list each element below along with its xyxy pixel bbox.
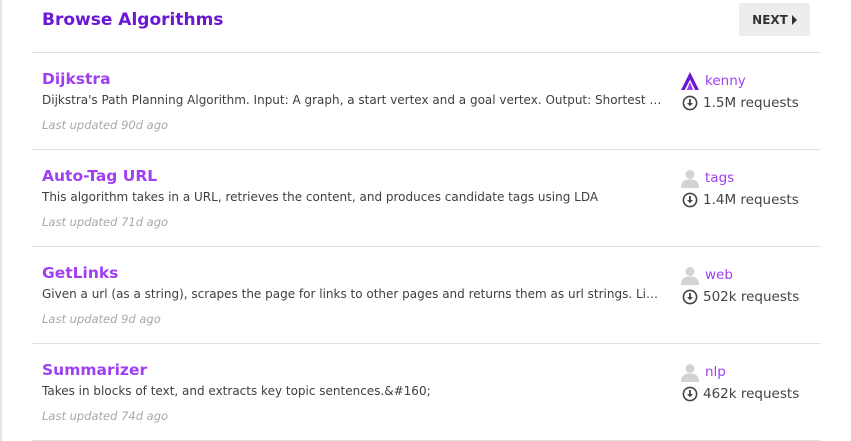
user-avatar-icon [680,168,700,188]
owner-name: web [705,267,733,283]
algorithm-browser: Browse Algorithms NEXT Dijkstra Dijkstra… [32,0,821,441]
caret-right-icon [791,14,797,25]
algorithm-list: Dijkstra Dijkstra's Path Planning Algori… [32,53,821,441]
algorithm-description: Dijkstra's Path Planning Algorithm. Inpu… [42,93,664,107]
owner-link[interactable]: tags [680,167,734,189]
algorithm-name-link[interactable]: Auto-Tag URL [42,165,157,187]
algorithm-description: This algorithm takes in a URL, retrieves… [42,190,599,204]
request-count-text: 502k requests [703,289,800,305]
request-count-text: 1.5M requests [703,95,799,111]
download-circle-icon [682,386,698,402]
algorithm-list-item: GetLinks Given a url (as a string), scra… [32,247,821,344]
last-updated-text: Last updated 71d ago [42,215,169,229]
last-updated-text: Last updated 9d ago [42,312,161,326]
owner-link[interactable]: nlp [680,361,726,383]
next-page-button[interactable]: NEXT [739,3,810,36]
algorithm-description: Given a url (as a string), scrapes the p… [42,287,664,301]
user-avatar-icon [680,265,700,285]
user-avatar-icon [680,362,700,382]
algorithm-name-link[interactable]: Dijkstra [42,68,111,90]
page-left-border [0,0,2,441]
algorithm-description: Takes in blocks of text, and extracts ke… [42,384,431,398]
algorithm-name-link[interactable]: GetLinks [42,262,118,284]
algorithmia-logo-icon [680,71,700,91]
algorithm-name-link[interactable]: Summarizer [42,359,147,381]
download-circle-icon [682,289,698,305]
last-updated-text: Last updated 90d ago [42,118,169,132]
owner-name: tags [705,170,735,186]
request-count: 1.5M requests [682,93,799,113]
request-count-text: 1.4M requests [703,192,799,208]
request-count: 462k requests [682,384,799,404]
owner-name: nlp [705,364,726,380]
request-count: 502k requests [682,287,799,307]
download-circle-icon [682,95,698,111]
browse-header: Browse Algorithms NEXT [32,0,821,53]
algorithm-list-item: Summarizer Takes in blocks of text, and … [32,344,821,441]
request-count: 1.4M requests [682,190,799,210]
last-updated-text: Last updated 74d ago [42,409,169,423]
algorithm-list-item: Dijkstra Dijkstra's Path Planning Algori… [32,53,821,150]
download-circle-icon [682,192,698,208]
next-button-label: NEXT [752,12,788,27]
request-count-text: 462k requests [703,386,800,402]
owner-name: kenny [705,73,746,89]
page-title: Browse Algorithms [42,10,224,30]
algorithm-list-item: Auto-Tag URL This algorithm takes in a U… [32,150,821,247]
owner-link[interactable]: web [680,264,733,286]
owner-link[interactable]: kenny [680,70,746,92]
